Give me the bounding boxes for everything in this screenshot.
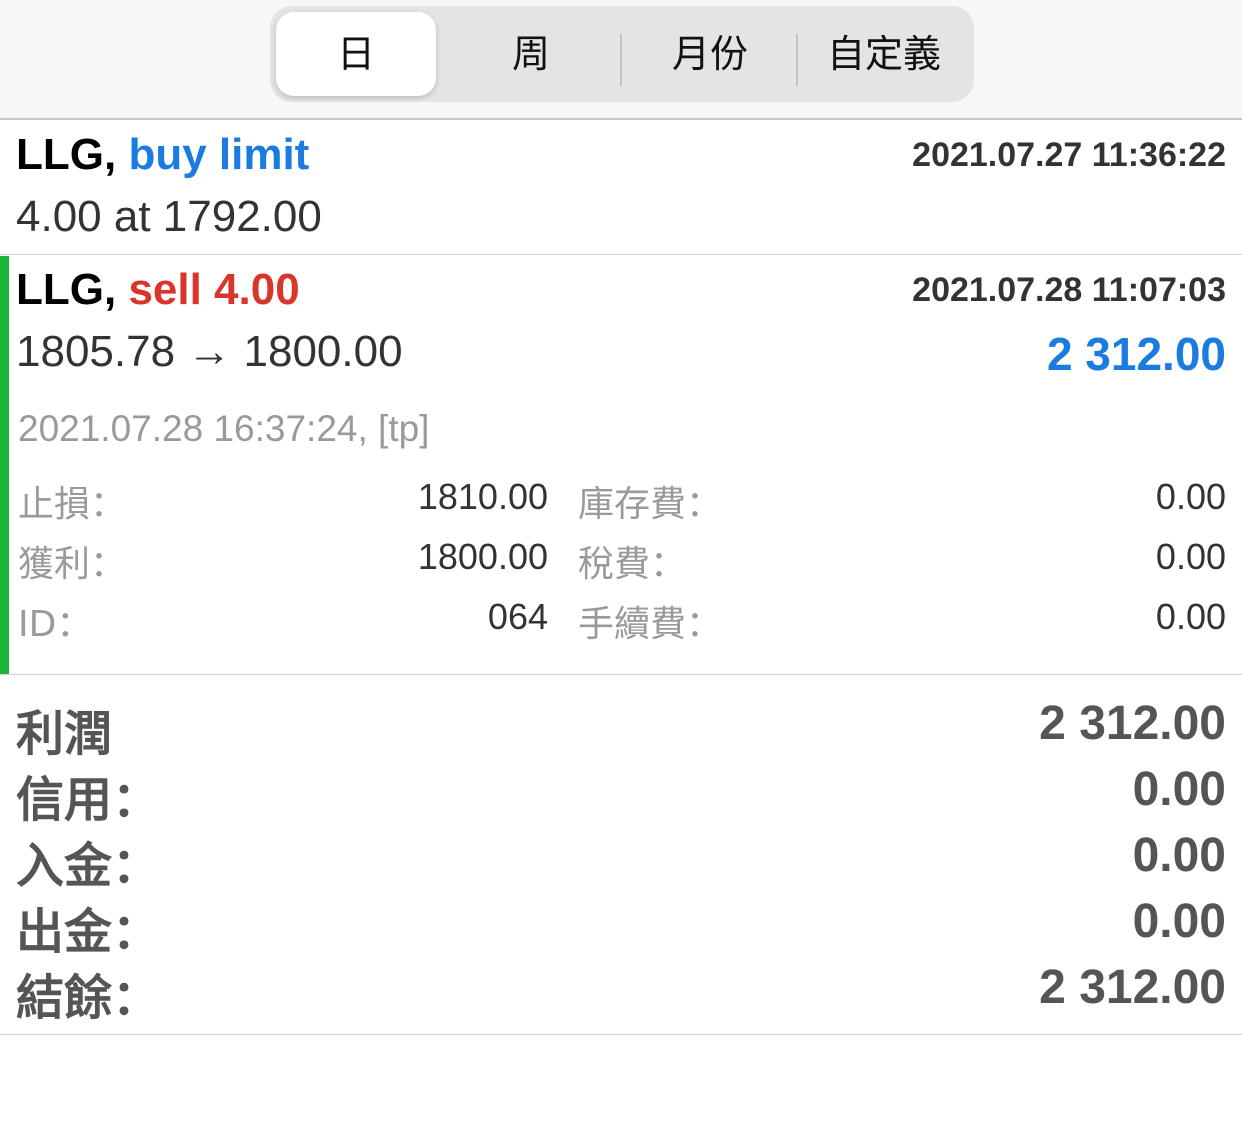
deal-indicator-bar [0,256,9,674]
stop-loss-label: 止損： [18,484,127,525]
deal-timestamp: 2021.07.28 11:07:03 [912,271,1226,309]
deal-price-move: 1805.78 → 1800.00 [16,327,403,376]
order-detail: 4.00 at 1792.00 [16,192,322,241]
summary-balance-label: 結餘： [16,970,161,1026]
take-profit-value: 1800.00 [417,536,548,577]
deal-profit: 2 312.00 [1046,328,1226,380]
tab-day[interactable]: 日 [276,12,436,96]
commission-label: 手續費： [578,604,723,645]
period-header: 日 周 月份 自定義 [0,0,1242,120]
row-divider [0,1034,1242,1035]
tab-month[interactable]: 月份 [624,12,796,96]
order-symbol: LLG, [16,130,117,179]
order-timestamp: 2021.07.27 11:36:22 [912,136,1226,174]
segment-divider [796,34,798,86]
stop-loss-value: 1810.00 [417,476,548,517]
summary-deposit-label: 入金： [16,838,161,894]
summary-balance-value: 2 312.00 [1039,961,1226,1014]
order-action: buy limit [128,130,310,179]
deal-close-info: 2021.07.28 16:37:24, [tp] [18,408,430,449]
deal-symbol-line: LLG, sell 4.00 [16,265,300,315]
tab-custom[interactable]: 自定義 [800,12,968,96]
id-value: 064 [487,596,548,637]
period-segmented-control: 日 周 月份 自定義 [270,6,974,102]
segment-divider [620,34,622,86]
summary-profit-value: 2 312.00 [1039,697,1226,750]
summary-withdrawal-value: 0.00 [1132,895,1226,948]
swap-label: 庫存費： [578,484,723,525]
deal-symbol: LLG, [16,265,117,314]
order-symbol-line: LLG, buy limit [16,130,309,180]
deal-action: sell 4.00 [128,265,300,314]
summary-credit-label: 信用： [16,772,161,828]
taxes-value: 0.00 [1155,536,1226,577]
row-divider [0,254,1242,255]
summary-deposit-value: 0.00 [1132,829,1226,882]
taxes-label: 稅費： [578,544,687,585]
id-label: ID： [18,604,93,645]
summary-withdrawal-label: 出金： [16,904,161,960]
summary-credit-value: 0.00 [1132,763,1226,816]
commission-value: 0.00 [1155,596,1226,637]
row-divider [0,674,1242,675]
summary-profit-label: 利潤 [16,706,113,762]
swap-value: 0.00 [1155,476,1226,517]
tab-week[interactable]: 周 [446,12,616,96]
take-profit-label: 獲利： [18,544,127,585]
